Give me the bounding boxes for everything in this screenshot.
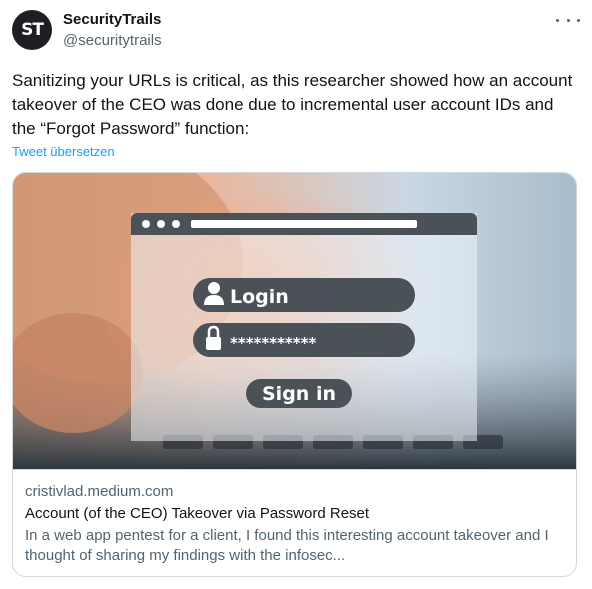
card-image[interactable]: Login *********** Sign in <box>13 173 576 469</box>
author-handle[interactable]: @securitytrails <box>63 32 162 49</box>
tweet-text: Sanitizing your URLs is critical, as thi… <box>12 71 573 138</box>
link-card[interactable]: Login *********** Sign in cristivlad.med… <box>12 172 577 577</box>
login-label: Login <box>230 286 289 308</box>
translate-tweet-link[interactable]: Tweet übersetzen <box>12 144 115 159</box>
card-description: In a web app pentest for a client, I fou… <box>25 527 549 564</box>
password-field-illustration: *********** <box>193 323 415 357</box>
dot <box>556 18 559 22</box>
signin-button-illustration: Sign in <box>246 379 352 408</box>
more-options-icon[interactable] <box>556 10 580 30</box>
login-field-illustration: Login <box>193 278 415 312</box>
card-meta[interactable]: cristivlad.medium.com Account (of the CE… <box>13 469 576 576</box>
dot <box>577 18 580 22</box>
login-illustration: Login *********** Sign in <box>13 173 576 469</box>
dot <box>566 18 570 22</box>
author-name[interactable]: SecurityTrails <box>63 11 161 28</box>
password-mask: *********** <box>230 334 316 352</box>
card-title: Account (of the CEO) Takeover via Passwo… <box>25 505 370 522</box>
avatar[interactable]: ST <box>12 10 52 50</box>
signin-label: Sign in <box>262 383 336 405</box>
card-domain: cristivlad.medium.com <box>25 483 174 500</box>
